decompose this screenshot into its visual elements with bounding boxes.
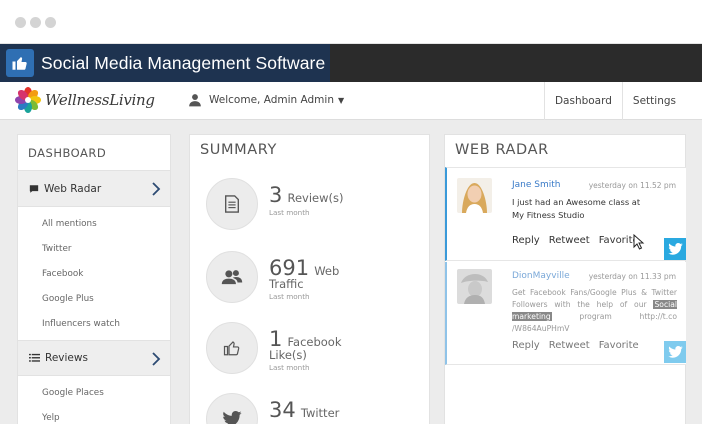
nav-dashboard-link[interactable]: Dashboard <box>543 82 622 120</box>
window-close-dot[interactable] <box>15 17 26 28</box>
mention-actions: Reply Retweet Favorite <box>512 235 648 246</box>
brand-logo[interactable]: WellnessLiving <box>15 87 155 113</box>
sidebar-section-label: Reviews <box>45 352 88 364</box>
summary-sub: Last month <box>269 292 310 301</box>
summary-row-twitter[interactable]: 34 Twitter <box>206 393 339 424</box>
summary-row-web-traffic[interactable]: 691 Web Traffic Last month <box>206 251 339 303</box>
summary-sub: Last month <box>269 363 310 372</box>
sidebar-item-google-places[interactable]: Google Places <box>18 380 170 405</box>
sidebar-section-label: Web Radar <box>44 182 102 195</box>
thumbs-up-icon <box>206 322 258 374</box>
reply-button[interactable]: Reply <box>512 340 540 351</box>
mention-time: yesterday on 11.33 pm <box>588 272 676 281</box>
reply-button[interactable]: Reply <box>512 235 540 246</box>
twitter-icon[interactable] <box>664 341 686 363</box>
summary-sub: Last month <box>269 208 310 217</box>
summary-label: Facebook <box>287 335 342 349</box>
welcome-text: Welcome, Admin Admin <box>209 94 334 106</box>
chevron-right-icon <box>152 352 161 366</box>
sidebar-item-google-plus[interactable]: Google Plus <box>18 286 170 311</box>
title-bar: Social Media Management Software <box>0 44 702 82</box>
summary-number: 34 <box>269 398 296 422</box>
window-maximize-dot[interactable] <box>45 17 56 28</box>
nav-settings-link[interactable]: Settings <box>621 82 686 120</box>
user-icon <box>189 94 201 107</box>
mention-time: yesterday on 11.52 pm <box>588 181 676 190</box>
sidebar-item-facebook[interactable]: Facebook <box>18 261 170 286</box>
user-menu[interactable]: Welcome, Admin Admin ▼ <box>188 93 344 107</box>
web-radar-panel: WEB RADAR Jane Smith yesterday on 11.52 … <box>444 134 686 424</box>
summary-row-facebook-likes[interactable]: 1 Facebook Like(s) Last month <box>206 322 342 374</box>
favorite-button[interactable]: Favorite <box>599 340 639 351</box>
web-radar-title: WEB RADAR <box>455 142 549 158</box>
sidebar-item-all-mentions[interactable]: All mentions <box>18 211 170 236</box>
sidebar-section-reviews[interactable]: Reviews <box>18 340 170 376</box>
avatar <box>457 178 492 213</box>
logo-text: WellnessLiving <box>45 91 155 109</box>
radar-mention[interactable]: Jane Smith yesterday on 11.52 pm I just … <box>445 167 686 261</box>
mention-text-line: My Fitness Studio <box>512 210 585 220</box>
summary-number: 3 <box>269 183 283 207</box>
thumbs-up-logo-icon <box>6 49 34 77</box>
app-title: Social Media Management Software <box>41 52 326 73</box>
list-icon <box>29 353 40 363</box>
app-title-box: Social Media Management Software <box>0 44 330 82</box>
mention-author[interactable]: DionMayville <box>512 271 570 281</box>
sidebar-section-web-radar[interactable]: Web Radar <box>18 171 170 207</box>
sidebar-item-twitter[interactable]: Twitter <box>18 236 170 261</box>
summary-label: Review(s) <box>287 191 344 205</box>
document-icon <box>206 178 258 230</box>
summary-panel: SUMMARY 3 Review(s) Last month 691 Web T… <box>189 134 430 424</box>
window-minimize-dot[interactable] <box>30 17 41 28</box>
sidebar-item-influencers-watch[interactable]: Influencers watch <box>18 311 170 336</box>
top-nav: WellnessLiving Welcome, Admin Admin ▼ Da… <box>0 82 702 120</box>
users-icon <box>206 251 258 303</box>
summary-title: SUMMARY <box>200 142 277 158</box>
mention-text: Get Facebook Fans/Google Plus & Twitter … <box>512 287 677 335</box>
mention-author[interactable]: Jane Smith <box>512 180 561 190</box>
mention-text: I just had an Awesome class at My Fitnes… <box>512 196 677 222</box>
browser-chrome <box>0 0 702 44</box>
flower-logo-icon <box>15 87 41 113</box>
mention-text-line: I just had an Awesome class at <box>512 197 641 207</box>
summary-label: Web <box>314 264 340 278</box>
mention-actions: Reply Retweet Favorite <box>512 340 648 351</box>
retweet-button[interactable]: Retweet <box>549 340 590 351</box>
sidebar: DASHBOARD Web Radar All mentions Twitter… <box>17 134 171 424</box>
nav-links: Dashboard Settings <box>543 82 686 120</box>
radar-mention[interactable]: DionMayville yesterday on 11.33 pm Get F… <box>445 262 686 365</box>
retweet-button[interactable]: Retweet <box>549 235 590 246</box>
twitter-bird-icon <box>206 393 258 424</box>
avatar <box>457 269 492 304</box>
summary-row-reviews[interactable]: 3 Review(s) Last month <box>206 178 343 230</box>
sidebar-item-yelp[interactable]: Yelp <box>18 405 170 424</box>
mouse-cursor-icon <box>633 234 645 250</box>
chevron-right-icon <box>152 182 161 196</box>
chevron-down-icon: ▼ <box>337 95 345 105</box>
twitter-icon[interactable] <box>664 238 686 260</box>
summary-label: Twitter <box>300 406 340 420</box>
comment-icon <box>29 184 39 194</box>
sidebar-heading: DASHBOARD <box>18 135 170 171</box>
